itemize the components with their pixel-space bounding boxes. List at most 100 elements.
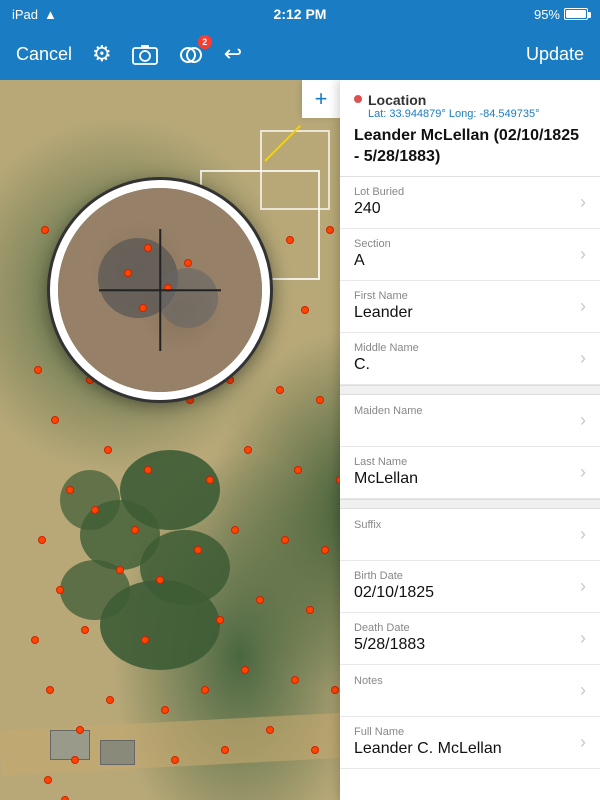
burial-marker [316, 396, 324, 404]
chevron-icon: › [580, 348, 586, 369]
camera-icon[interactable] [132, 43, 158, 65]
field-value: 02/10/1825 [354, 584, 572, 602]
add-button[interactable]: + [302, 80, 340, 118]
field-row-section[interactable]: Section A › [340, 229, 600, 281]
field-value: Leander [354, 304, 572, 322]
burial-marker [221, 746, 229, 754]
field-row-first-name[interactable]: First Name Leander › [340, 281, 600, 333]
burial-marker [161, 706, 169, 714]
field-label: Last Name [354, 456, 572, 468]
location-coords: Lat: 33.944879° Long: -84.549735° [368, 108, 540, 120]
carrier-label: iPad [12, 7, 38, 22]
field-content: Birth Date02/10/1825 [354, 570, 572, 602]
status-bar: iPad ▲ 2:12 PM 95% [0, 0, 600, 28]
field-label: Death Date [354, 622, 572, 634]
field-row-maiden-name[interactable]: Maiden Name › [340, 395, 600, 447]
layers-badge-icon[interactable]: 2 [178, 41, 204, 67]
field-row-last-name[interactable]: Last Name McLellan › [340, 447, 600, 499]
field-row-notes[interactable]: Notes › [340, 665, 600, 717]
field-label: Full Name [354, 726, 572, 738]
burial-marker [206, 476, 214, 484]
settings-icon[interactable]: ⚙ [92, 41, 112, 67]
field-value [354, 419, 572, 435]
burial-marker [156, 576, 164, 584]
fields-container: Lot Buried240›SectionA›First NameLeander… [340, 177, 600, 769]
update-button[interactable]: Update [526, 44, 584, 65]
burial-marker [131, 526, 139, 534]
burial-marker [116, 566, 124, 574]
field-content: Middle NameC. [354, 342, 572, 374]
field-value: C. [354, 356, 572, 374]
field-row-suffix[interactable]: Suffix › [340, 509, 600, 561]
chevron-icon: › [580, 410, 586, 431]
field-value [354, 533, 572, 549]
burial-marker [194, 546, 202, 554]
section-separator [340, 385, 600, 395]
field-label: Maiden Name [354, 405, 572, 417]
chevron-icon: › [580, 244, 586, 265]
field-content: Notes [354, 675, 572, 705]
burial-marker [66, 486, 74, 494]
field-content: Section A [354, 238, 572, 270]
battery-icon [564, 8, 588, 20]
field-row-birth-date[interactable]: Birth Date02/10/1825› [340, 561, 600, 613]
field-content: Lot Buried240 [354, 186, 572, 218]
field-value: McLellan [354, 470, 572, 488]
burial-marker [301, 306, 309, 314]
burial-marker [46, 686, 54, 694]
field-row-lot-buried[interactable]: Lot Buried240› [340, 177, 600, 229]
undo-icon[interactable]: ↩ [224, 41, 242, 67]
burial-marker [201, 686, 209, 694]
burial-marker [171, 756, 179, 764]
burial-marker [71, 756, 79, 764]
field-content: Death Date 5/28/1883 [354, 622, 572, 654]
burial-marker [41, 226, 49, 234]
field-label: Section [354, 238, 572, 250]
burial-marker [306, 606, 314, 614]
burial-marker [144, 466, 152, 474]
battery-percent: 95% [534, 7, 560, 22]
cancel-button[interactable]: Cancel [16, 44, 72, 65]
burial-marker [326, 226, 334, 234]
burial-marker [244, 446, 252, 454]
person-name: Leander McLellan (02/10/1825 - 5/28/1883… [354, 126, 586, 168]
field-row-full-name[interactable]: Full NameLeander C. McLellan› [340, 717, 600, 769]
burial-marker [216, 616, 224, 624]
field-content: Maiden Name [354, 405, 572, 435]
field-row-middle-name[interactable]: Middle NameC. › [340, 333, 600, 385]
map-container[interactable]: + Location Lat: 33.944879° Long: -84.549… [0, 80, 600, 800]
burial-marker [294, 466, 302, 474]
panel-header: Location Lat: 33.944879° Long: -84.54973… [340, 80, 600, 177]
burial-marker [266, 726, 274, 734]
section-separator [340, 499, 600, 509]
burial-marker [91, 506, 99, 514]
burial-marker [321, 546, 329, 554]
field-label: Suffix [354, 519, 572, 531]
burial-marker [256, 596, 264, 604]
field-row-death-date[interactable]: Death Date 5/28/1883 › [340, 613, 600, 665]
burial-marker [56, 586, 64, 594]
chevron-icon: › [580, 628, 586, 649]
burial-marker [61, 796, 69, 800]
field-value: A [354, 252, 572, 270]
chevron-icon: › [580, 296, 586, 317]
burial-marker [241, 666, 249, 674]
burial-marker [186, 396, 194, 404]
chevron-icon: › [580, 680, 586, 701]
field-label: First Name [354, 290, 572, 302]
burial-marker [276, 386, 284, 394]
burial-marker [141, 636, 149, 644]
burial-marker [38, 536, 46, 544]
chevron-icon: › [580, 462, 586, 483]
nav-bar: Cancel ⚙ 2 ↩ Update [0, 28, 600, 80]
burial-marker [331, 686, 339, 694]
field-value: Leander C. McLellan [354, 740, 572, 758]
field-value: 5/28/1883 [354, 636, 572, 654]
burial-marker [81, 626, 89, 634]
field-label: Lot Buried [354, 186, 572, 198]
location-dot [354, 95, 362, 103]
burial-marker [281, 536, 289, 544]
burial-marker [231, 526, 239, 534]
field-content: First Name Leander [354, 290, 572, 322]
burial-marker [51, 416, 59, 424]
